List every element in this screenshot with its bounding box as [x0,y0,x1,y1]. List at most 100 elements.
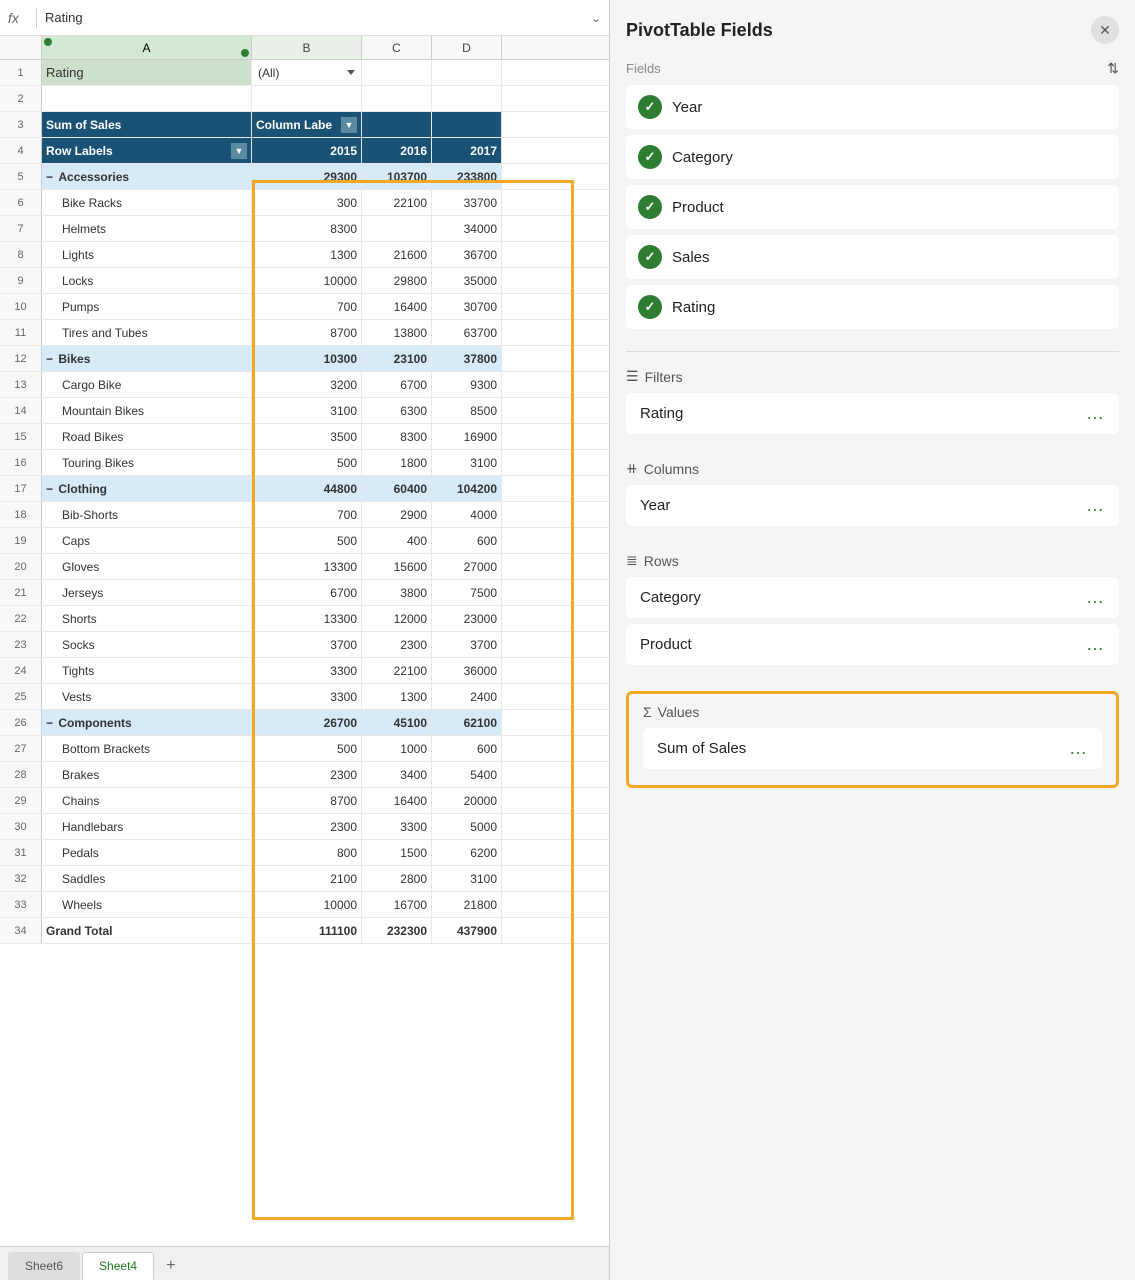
filters-icon: ☰ [626,368,639,385]
cell-val-c [362,216,432,241]
cell-val-c: 16700 [362,892,432,917]
col-header-c[interactable]: C [362,36,432,59]
cell-val-d: 5000 [432,814,502,839]
filter-all-text: (All) [258,66,279,80]
field-item-year[interactable]: ✓ Year [626,85,1119,129]
panel-title: PivotTable Fields [626,20,773,41]
cell-val-d: 27000 [432,554,502,579]
tab-sheet4[interactable]: Sheet4 [82,1252,154,1280]
column-year-options-icon[interactable]: … [1086,495,1105,516]
filter-rating-options-icon[interactable]: … [1086,403,1105,424]
cell-val-b: 8700 [252,788,362,813]
add-sheet-button[interactable]: + [156,1252,185,1280]
field-item-rating[interactable]: ✓ Rating [626,285,1119,329]
cell-val-b: 10000 [252,268,362,293]
cell-val-b: 13300 [252,606,362,631]
panel-header: PivotTable Fields ✕ [626,16,1119,44]
field-item-sales[interactable]: ✓ Sales [626,235,1119,279]
collapse-icon[interactable]: − [46,352,53,366]
col-header-d[interactable]: D [432,36,502,59]
row-product-options-icon[interactable]: … [1086,634,1105,655]
table-row: 17 − Clothing 44800 60400 104200 [0,476,609,502]
cell-product-name: Chains [42,788,252,813]
col-header-a[interactable]: A [42,36,252,59]
row-num: 3 [0,112,42,137]
col-a-label: A [142,41,150,55]
row-num: 28 [0,762,42,787]
cell-val-d: 63700 [432,320,502,345]
cell-2c [362,86,432,111]
row-category-options-icon[interactable]: … [1086,587,1105,608]
column-dropdown-btn[interactable]: ▼ [341,117,357,133]
row-item-product[interactable]: Product … [626,624,1119,665]
close-panel-button[interactable]: ✕ [1091,16,1119,44]
row-num: 19 [0,528,42,553]
cell-sum-of-sales: Sum of Sales [42,112,252,137]
grid: 1 Rating (All) 2 3 [0,60,609,944]
filters-area-header: ☰ Filters [626,368,1119,385]
field-item-product[interactable]: ✓ Product [626,185,1119,229]
cell-product-name: Brakes [42,762,252,787]
cell-rating-label: Rating [42,60,252,85]
grid-wrapper: 1 Rating (All) 2 3 [0,60,609,1246]
row-num: 5 [0,164,42,189]
cell-2a [42,86,252,111]
collapse-icon[interactable]: − [46,482,53,496]
value-item-sum-of-sales[interactable]: Sum of Sales … [643,728,1102,769]
category-name: Bikes [58,352,90,366]
filter-dropdown-arrow-icon[interactable] [347,70,355,75]
table-row: 2 [0,86,609,112]
table-row: 29 Chains 8700 16400 20000 [0,788,609,814]
field-item-category[interactable]: ✓ Category [626,135,1119,179]
cell-row-labels[interactable]: Row Labels ▼ [42,138,252,163]
formula-input[interactable]: Rating [45,10,583,25]
cell-product-name: Pumps [42,294,252,319]
category-name: Components [58,716,131,730]
table-row: 3 Sum of Sales Column Labe ▼ [0,112,609,138]
cell-filter-value[interactable]: (All) [252,60,362,85]
category-name: Accessories [58,170,129,184]
cell-val-d: 34000 [432,216,502,241]
formula-chevron-icon[interactable]: ⌄ [591,11,601,25]
table-row: 33 Wheels 10000 16700 21800 [0,892,609,918]
field-label-product: Product [672,199,1107,216]
tab-sheet6[interactable]: Sheet6 [8,1252,80,1280]
cell-comp-2016: 45100 [362,710,432,735]
row-num: 1 [0,60,42,85]
cell-val-d: 20000 [432,788,502,813]
table-row: 34 Grand Total 111100 232300 437900 [0,918,609,944]
cell-val-b: 800 [252,840,362,865]
cell-val-b: 500 [252,450,362,475]
cell-1c [362,60,432,85]
col-header-b[interactable]: B [252,36,362,59]
table-row: 32 Saddles 2100 2800 3100 [0,866,609,892]
cell-accessories: − Accessories [42,164,252,189]
table-row: 23 Socks 3700 2300 3700 [0,632,609,658]
cell-val-b: 3500 [252,424,362,449]
cell-column-label[interactable]: Column Labe ▼ [252,112,362,137]
table-row: 27 Bottom Brackets 500 1000 600 [0,736,609,762]
cell-product-name: Bottom Brackets [42,736,252,761]
collapse-icon[interactable]: − [46,716,53,730]
column-headers: A B C D [0,36,609,60]
values-area-title: Values [658,704,700,720]
cell-val-d: 23000 [432,606,502,631]
cell-val-d: 30700 [432,294,502,319]
table-row: 12 − Bikes 10300 23100 37800 [0,346,609,372]
row-num: 25 [0,684,42,709]
cell-val-d: 7500 [432,580,502,605]
table-row: 6 Bike Racks 300 22100 33700 [0,190,609,216]
cell-2d [432,86,502,111]
column-item-year[interactable]: Year … [626,485,1119,526]
column-label-text: Column Labe [256,118,332,132]
cell-val-c: 12000 [362,606,432,631]
value-sum-of-sales-options-icon[interactable]: … [1069,738,1088,759]
row-num: 24 [0,658,42,683]
row-labels-dropdown-btn[interactable]: ▼ [231,143,247,159]
row-num: 11 [0,320,42,345]
filter-item-rating[interactable]: Rating … [626,393,1119,434]
sort-icon[interactable]: ⇅ [1107,60,1119,77]
filters-area-title: Filters [645,369,683,385]
row-item-category[interactable]: Category … [626,577,1119,618]
collapse-icon[interactable]: − [46,170,53,184]
